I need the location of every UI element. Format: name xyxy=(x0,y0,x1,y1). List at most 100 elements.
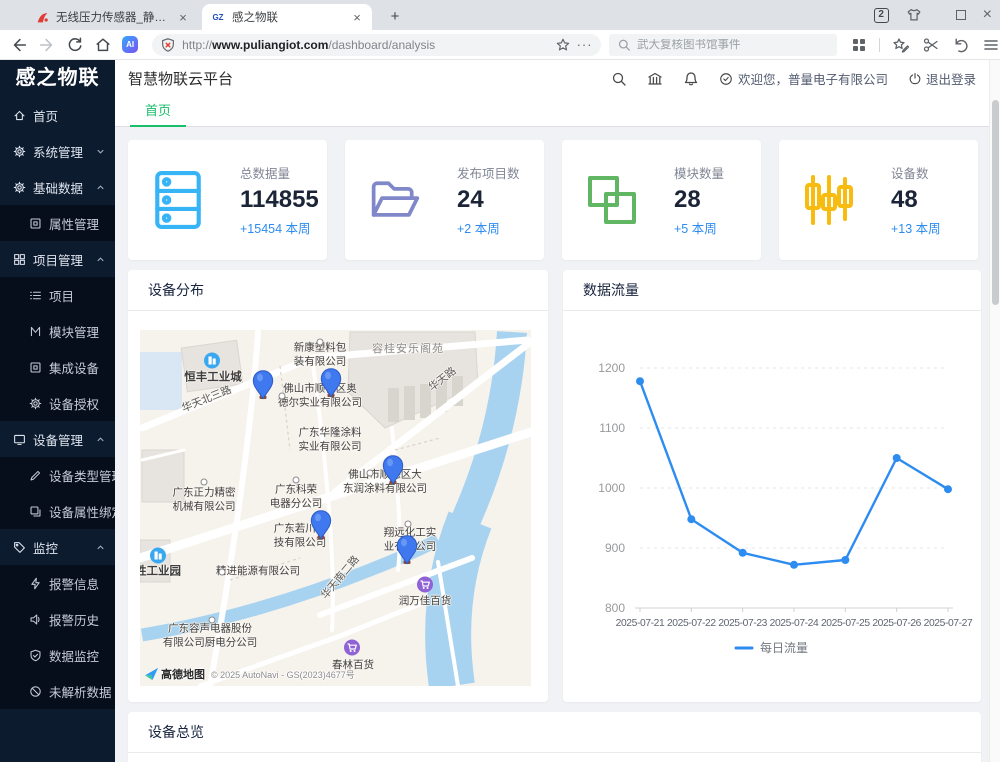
chevron-up-icon xyxy=(95,182,106,193)
window-controls: 2 × xyxy=(874,0,992,30)
tab1-title: 无线压力传感器_静力水准仪_ xyxy=(56,9,170,25)
new-tab-button[interactable]: + xyxy=(384,6,406,28)
map-label: 华天南二路 xyxy=(319,554,363,603)
search-icon xyxy=(617,37,631,53)
sidebar-item-9[interactable]: 设备管理 xyxy=(0,421,115,457)
home-icon[interactable] xyxy=(94,36,112,54)
sidebar-item-11[interactable]: 设备属性绑定 xyxy=(0,493,115,529)
map-building-icon xyxy=(150,547,167,569)
close-button[interactable]: × xyxy=(983,7,992,23)
search-box[interactable] xyxy=(609,34,837,56)
sidebar-item-label: 项目管理 xyxy=(33,250,83,269)
sidebar-item-4[interactable]: 项目管理 xyxy=(0,241,115,277)
logout-button[interactable]: 退出登录 xyxy=(908,69,976,88)
map-poi-dot xyxy=(279,393,286,400)
sidebar-item-label: 系统管理 xyxy=(33,142,83,161)
page-scrollbar[interactable] xyxy=(989,60,1000,762)
grid-icon xyxy=(13,253,26,266)
bookmark-star-icon[interactable] xyxy=(555,37,571,53)
tab1-favicon-icon xyxy=(34,9,50,25)
sidebar-item-8[interactable]: 设备授权 xyxy=(0,385,115,421)
browser-tab-2-active[interactable]: GZ 感之物联 × xyxy=(202,4,372,30)
stat-label: 总数据量 xyxy=(240,163,319,182)
menu-icon[interactable] xyxy=(982,36,1000,54)
chart-body: 8009001000110012002025-07-212025-07-2220… xyxy=(563,311,981,707)
forward-icon[interactable] xyxy=(38,36,56,54)
main-area: 智慧物联云平台 欢迎您，普量电子有限公司 退出登录 首页 总数据量114855+ xyxy=(115,60,1000,762)
stat-delta: +2 本周 xyxy=(457,218,520,237)
restore-undo-icon[interactable] xyxy=(952,36,970,54)
sidebar-item-7[interactable]: 集成设备 xyxy=(0,349,115,385)
screenshot-scissors-icon[interactable] xyxy=(922,36,940,54)
map-poi-dot xyxy=(219,569,226,576)
browser-window: 无线压力传感器_静力水准仪_ × GZ 感之物联 × + 2 × AI http… xyxy=(0,0,1000,762)
sidebar-item-label: 模块管理 xyxy=(49,322,99,341)
map-device-pin[interactable] xyxy=(253,370,274,405)
ai-assistant-icon[interactable]: AI xyxy=(122,36,138,53)
sidebar-item-2[interactable]: 基础数据 xyxy=(0,169,115,205)
sidebar-item-label: 设备类型管理 xyxy=(49,466,115,485)
tab-count-badge[interactable]: 2 xyxy=(874,8,889,23)
scrollbar-thumb[interactable] xyxy=(992,100,999,305)
url-text: http://www.puliangiot.com/dashboard/anal… xyxy=(182,38,554,52)
header-bell-icon[interactable] xyxy=(683,71,699,87)
hot-search-input[interactable] xyxy=(637,39,829,51)
address-bar[interactable]: http://www.puliangiot.com/dashboard/anal… xyxy=(152,34,600,56)
map-poi-dot xyxy=(405,521,412,528)
map-label: 广东华隆涂料 实业有限公司 xyxy=(299,426,362,453)
sidebar-item-6[interactable]: 模块管理 xyxy=(0,313,115,349)
amap-logo: 高德地图 © 2025 AutoNavi - GS(2023)4677号 xyxy=(144,666,355,682)
map-label: 广东容声电器股份 有限公司厨电分公司 xyxy=(163,622,258,649)
stat-value: 24 xyxy=(457,186,520,214)
chevron-up-icon xyxy=(95,434,106,445)
bolt-icon xyxy=(29,577,42,590)
amap-arrow-icon xyxy=(144,667,159,681)
sidebar-item-15[interactable]: 数据监控 xyxy=(0,637,115,673)
map-device-pin[interactable] xyxy=(383,455,404,490)
tab-home[interactable]: 首页 xyxy=(130,97,186,127)
reload-icon[interactable] xyxy=(66,36,84,54)
platform-title: 智慧物联云平台 xyxy=(128,68,233,89)
sidebar-item-16[interactable]: 未解析数据 xyxy=(0,673,115,709)
header-search-icon[interactable] xyxy=(611,71,627,87)
more-options-icon[interactable]: ··· xyxy=(577,37,593,52)
map-poi-dot xyxy=(367,470,374,477)
browser-tab-1[interactable]: 无线压力传感器_静力水准仪_ × xyxy=(26,4,198,30)
speaker-icon xyxy=(29,613,42,626)
map-canvas[interactable]: 新康塑料包 装有限公司恒丰工业城华天北三路佛山市顺德区奥 德尔实业有限公司广东华… xyxy=(140,330,531,686)
sidebar-item-13[interactable]: 报警信息 xyxy=(0,565,115,601)
theme-shirt-icon[interactable] xyxy=(906,7,922,23)
sidebar-item-12[interactable]: 监控 xyxy=(0,529,115,565)
favorites-star-pen-icon[interactable] xyxy=(892,36,910,54)
sidebar-item-5[interactable]: 项目 xyxy=(0,277,115,313)
stat-label: 模块数量 xyxy=(674,163,724,182)
tab2-close-icon[interactable]: × xyxy=(350,10,364,25)
sidebar-item-label: 项目 xyxy=(49,286,74,305)
sidebar-item-10[interactable]: 设备类型管理 xyxy=(0,457,115,493)
map-device-pin[interactable] xyxy=(397,535,418,570)
modules-icon xyxy=(586,171,638,229)
maximize-button[interactable] xyxy=(956,10,966,20)
sidebar-item-3[interactable]: 属性管理 xyxy=(0,205,115,241)
svg-text:2025-07-25: 2025-07-25 xyxy=(821,618,870,629)
map-device-pin[interactable] xyxy=(311,510,332,545)
tab1-close-icon[interactable]: × xyxy=(176,10,190,25)
back-icon[interactable] xyxy=(10,36,28,54)
daily-flow-line-chart[interactable]: 8009001000110012002025-07-212025-07-2220… xyxy=(563,311,981,702)
map-device-pin[interactable] xyxy=(321,368,342,403)
sidebar-item-14[interactable]: 报警历史 xyxy=(0,601,115,637)
header-bank-icon[interactable] xyxy=(647,71,663,87)
apps-grid-icon[interactable] xyxy=(851,37,867,53)
stat-card-0: 总数据量114855+15454 本周 xyxy=(128,140,327,260)
stat-delta: +5 本周 xyxy=(674,218,724,237)
stat-label: 设备数 xyxy=(891,163,941,182)
insecure-shield-icon[interactable] xyxy=(160,37,176,53)
map-poi-dot xyxy=(317,339,324,346)
sidebar-item-label: 设备授权 xyxy=(49,394,99,413)
sidebar-item-1[interactable]: 系统管理 xyxy=(0,133,115,169)
sidebar-item-0[interactable]: 首页 xyxy=(0,97,115,133)
sidebar-item-label: 设备管理 xyxy=(33,430,83,449)
database-icon xyxy=(152,171,204,229)
sidebar-item-label: 未解析数据 xyxy=(49,682,112,701)
data-flow-panel: 数据流量 8009001000110012002025-07-212025-07… xyxy=(563,270,981,702)
